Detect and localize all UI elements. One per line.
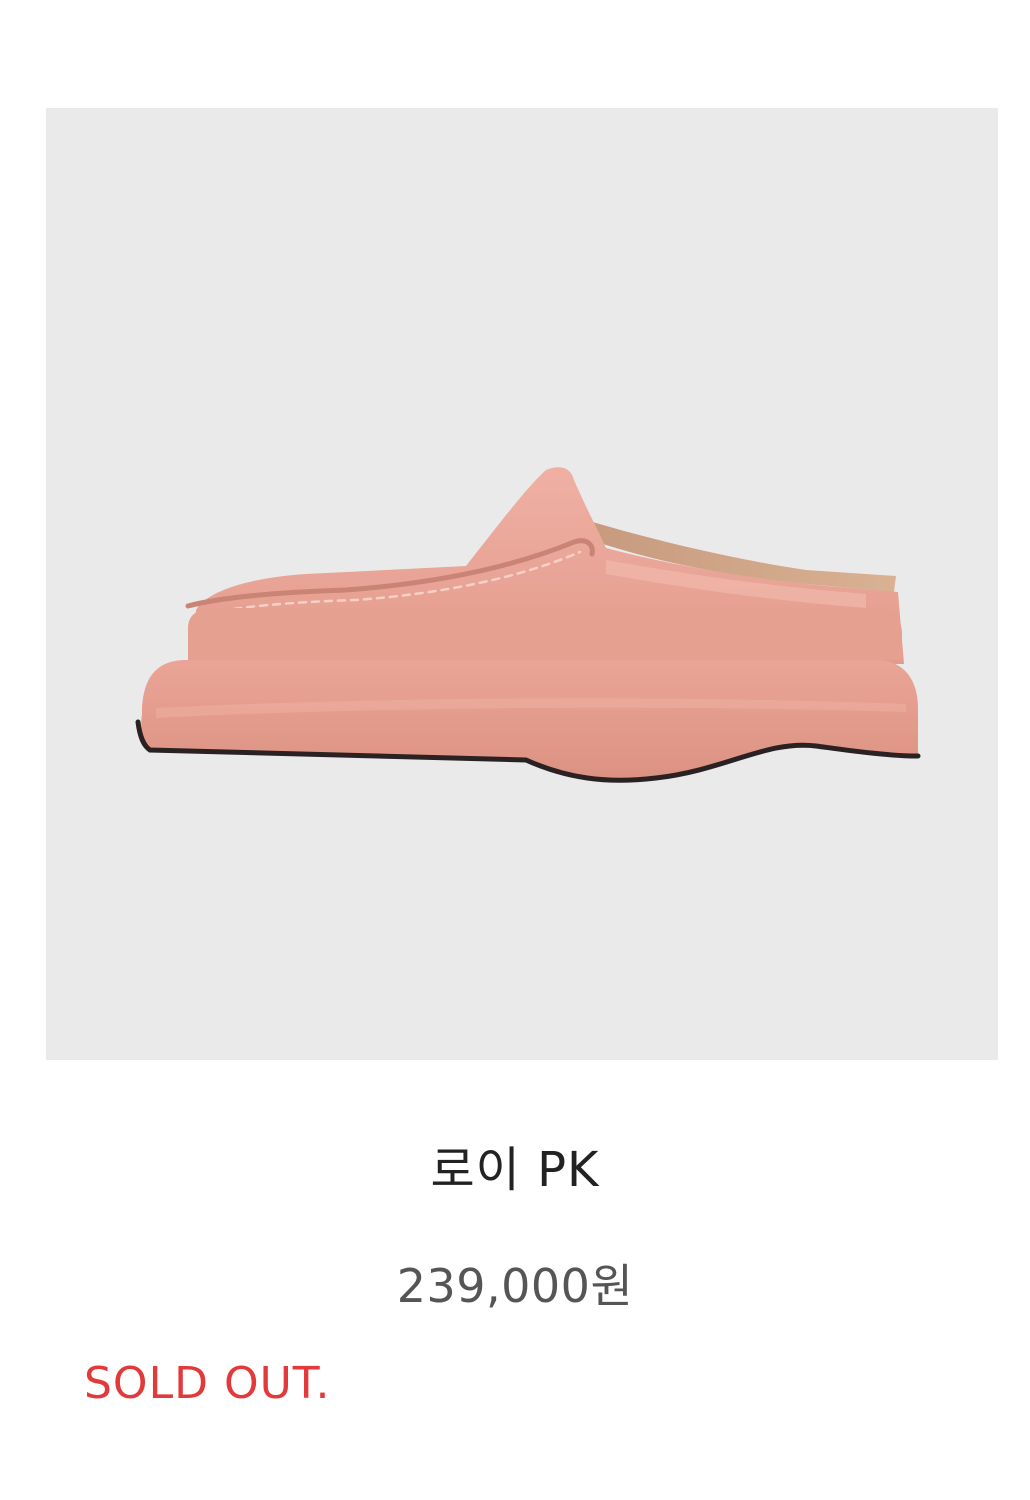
shoe-midsole	[188, 608, 902, 660]
product-card[interactable]: 로이 PK 239,000원 SOLD OUT.	[0, 0, 1030, 1500]
sold-out-badge: SOLD OUT.	[84, 1358, 331, 1409]
product-price: 239,000원	[396, 1259, 634, 1313]
product-name[interactable]: 로이 PK	[0, 1140, 1030, 1200]
shoe-illustration	[135, 467, 921, 783]
product-image[interactable]	[46, 108, 998, 1060]
